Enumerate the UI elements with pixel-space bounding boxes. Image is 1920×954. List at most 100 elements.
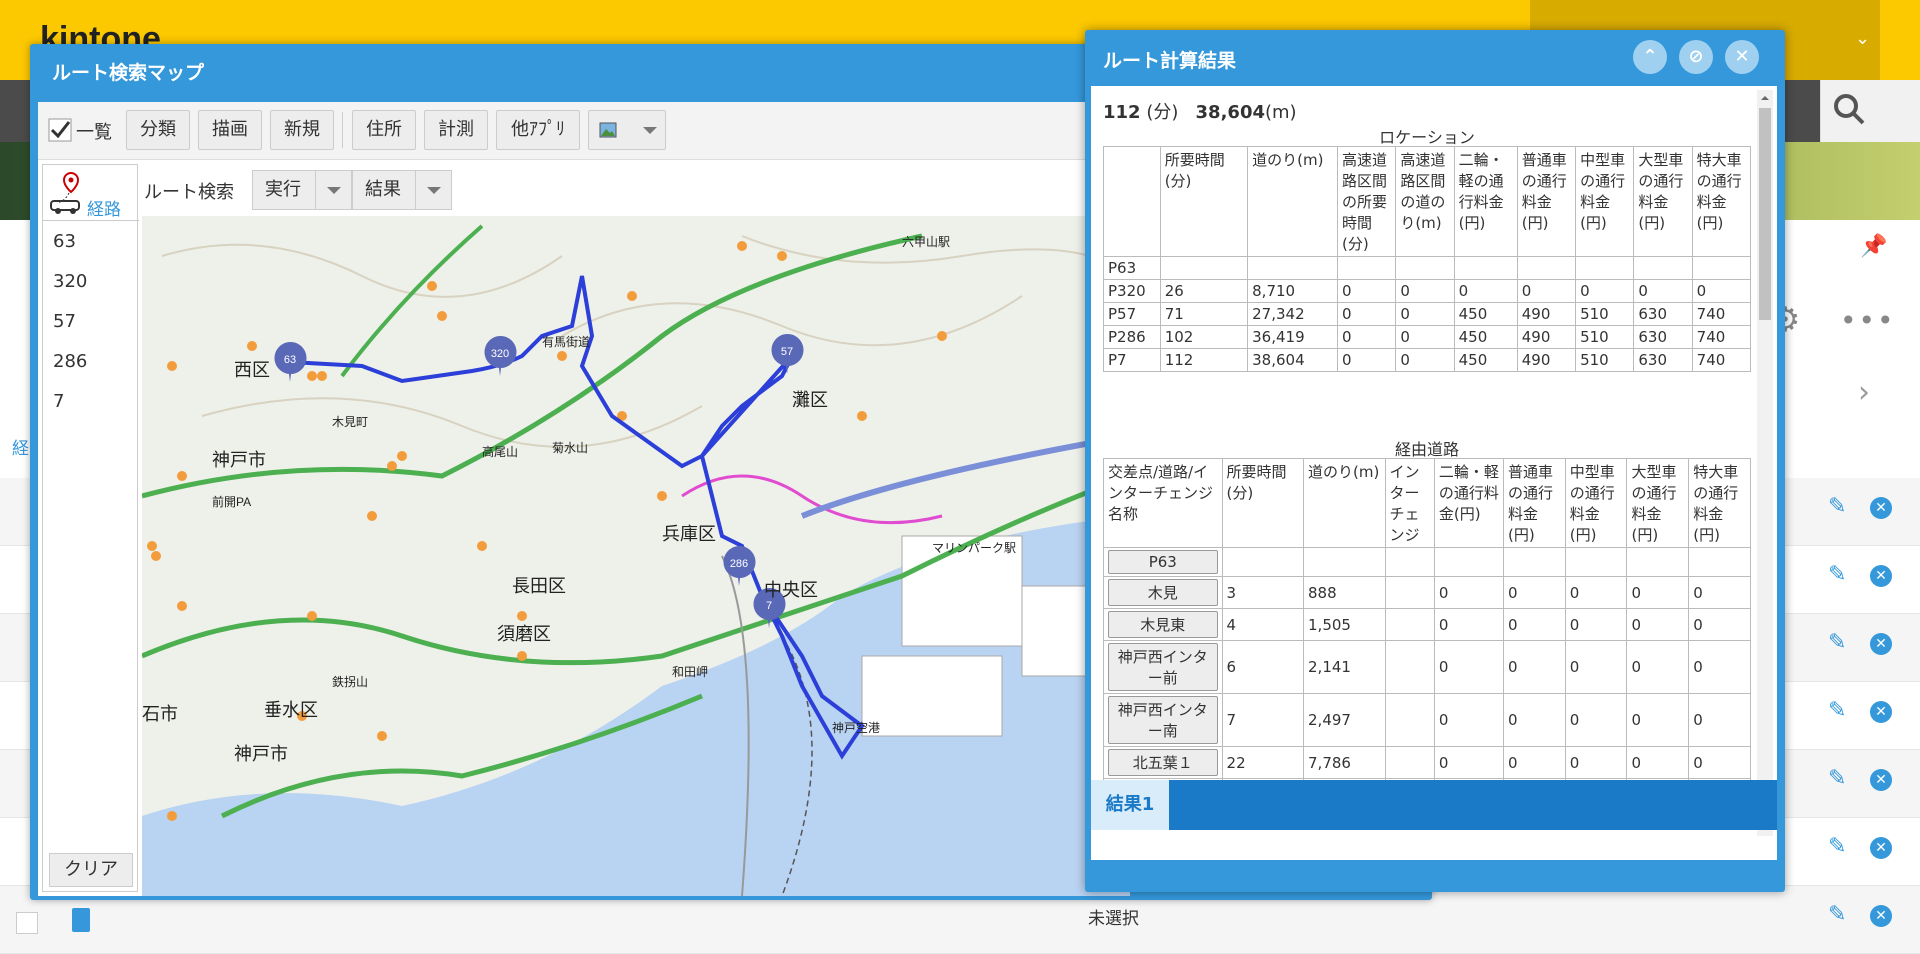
next-page-icon[interactable]: ›	[1858, 375, 1870, 410]
marker-label: 57	[781, 346, 793, 358]
map-canvas[interactable]: 63 320 57 286 7 西区 神戸市 長田区 兵庫区 須磨区 垂水区 灘…	[142, 216, 1130, 896]
location-row: P57 71 27,342 0 0 450 490 510 630 740	[1103, 302, 1752, 326]
via-name-cell: 木見東	[1103, 608, 1223, 641]
via-point-button[interactable]: 神戸西インター前	[1108, 643, 1218, 691]
document-icon[interactable]	[72, 908, 90, 932]
other-apps-button[interactable]: 他ｱﾌﾟﾘ	[496, 110, 580, 150]
clear-button[interactable]: クリア	[49, 853, 133, 887]
edit-icon[interactable]: ✎	[1828, 494, 1852, 519]
via-cell: 0	[1564, 640, 1628, 694]
location-cell: 36,419	[1247, 325, 1339, 349]
delete-icon[interactable]: ✕	[1870, 905, 1892, 927]
location-cell: 0	[1395, 348, 1455, 372]
via-cell	[1384, 547, 1435, 577]
via-cell: 3	[1221, 576, 1305, 609]
route-marker-63[interactable]: 63	[274, 342, 307, 382]
via-point-button[interactable]: P63	[1108, 550, 1218, 574]
tab-result-1[interactable]: 結果1	[1091, 780, 1169, 830]
place-label: 兵庫区	[662, 524, 716, 544]
scrollbar-thumb[interactable]	[1759, 108, 1771, 320]
edit-icon[interactable]: ✎	[1828, 698, 1852, 723]
location-cell	[1453, 256, 1518, 280]
chevron-down-icon[interactable]	[415, 171, 451, 209]
chevron-down-icon[interactable]	[315, 171, 351, 209]
location-cell: 0	[1453, 279, 1518, 303]
via-row: 木見 3 888 0 0 0 0 0	[1103, 576, 1751, 609]
route-item[interactable]: 7	[53, 391, 64, 412]
category-button[interactable]: 分類	[126, 110, 190, 150]
summary-distance-unit: (m)	[1265, 102, 1297, 123]
delete-icon[interactable]: ✕	[1870, 497, 1892, 519]
edit-icon[interactable]: ✎	[1828, 630, 1852, 655]
edit-icon[interactable]: ✎	[1828, 902, 1852, 927]
vertical-scrollbar[interactable]	[1757, 90, 1773, 836]
chevron-down-icon	[643, 127, 657, 141]
route-marker-57[interactable]: 57	[771, 334, 804, 374]
via-point-button[interactable]: 木見東	[1108, 611, 1218, 638]
via-point-button[interactable]: 木見	[1108, 579, 1218, 606]
edit-icon[interactable]: ✎	[1828, 766, 1852, 791]
via-name-cell: 北五葉１	[1103, 746, 1223, 779]
location-cell: 0	[1691, 279, 1752, 303]
measure-button[interactable]: 計測	[424, 110, 488, 150]
via-cell: 0	[1688, 576, 1751, 609]
location-cell: 510	[1575, 302, 1635, 326]
result-dropdown[interactable]: 結果	[352, 170, 452, 210]
location-column-header: 所要時間(分)	[1159, 146, 1249, 257]
tab-route[interactable]: 経路	[43, 165, 139, 221]
route-search-bar: ルート検索 実行 結果	[138, 168, 1130, 214]
address-button[interactable]: 住所	[352, 110, 416, 150]
delete-icon[interactable]: ✕	[1870, 769, 1892, 791]
via-row: 神戸西インター南 7 2,497 0 0 0 0 0	[1103, 693, 1751, 747]
pin-icon[interactable]: 📌	[1860, 234, 1887, 259]
place-label: 木見町	[332, 415, 368, 429]
route-marker-320[interactable]: 320	[484, 336, 517, 376]
new-button[interactable]: 新規	[270, 110, 334, 150]
delete-icon[interactable]: ✕	[1870, 701, 1892, 723]
via-road-table: 交差点/道路/インターチェンジ名称 所要時間(分) 道のり(m) インターチェンジ 二輪…	[1103, 458, 1751, 808]
location-cell: 510	[1575, 348, 1635, 372]
route-result-window[interactable]: ルート計算結果 ⌃ ⊘ ✕ 112 (分) 38,604(m) ロケーション 所…	[1085, 30, 1785, 892]
expressway	[340, 224, 484, 378]
place-label: 和田岬	[672, 665, 708, 679]
edit-icon[interactable]: ✎	[1828, 562, 1852, 587]
location-cell: 0	[1575, 279, 1635, 303]
execute-dropdown[interactable]: 実行	[252, 170, 352, 210]
location-cell	[1575, 256, 1635, 280]
scroll-up-icon[interactable]	[1761, 92, 1769, 100]
minimize-icon[interactable]: ⊘	[1679, 40, 1713, 74]
via-cell: 888	[1303, 576, 1386, 609]
via-cell: 0	[1626, 576, 1690, 609]
chevron-down-icon[interactable]: ⌄	[1855, 28, 1870, 49]
route-item[interactable]: 286	[53, 351, 87, 372]
via-point-button[interactable]: 神戸西インター南	[1108, 696, 1218, 744]
collapse-icon[interactable]: ⌃	[1633, 40, 1667, 74]
map-graphic[interactable]: 63 320 57 286 7 西区 神戸市 長田区 兵庫区 須磨区 垂水区 灘…	[142, 216, 1130, 896]
route-item[interactable]: 63	[53, 231, 76, 252]
more-options-icon[interactable]: •••	[1840, 304, 1896, 337]
location-cell: 740	[1691, 325, 1752, 349]
list-checkbox[interactable]	[48, 118, 72, 142]
delete-icon[interactable]: ✕	[1870, 633, 1892, 655]
layer-dropdown[interactable]	[588, 110, 666, 150]
result-scroll-area[interactable]: 112 (分) 38,604(m) ロケーション 所要時間(分) 道のり(m) 高速…	[1097, 92, 1757, 832]
place-label: 西区	[234, 360, 270, 380]
route-item[interactable]: 320	[53, 271, 87, 292]
location-cell: 0	[1395, 325, 1455, 349]
search-icon[interactable]	[1832, 92, 1866, 126]
delete-icon[interactable]: ✕	[1870, 565, 1892, 587]
edit-icon[interactable]: ✎	[1828, 834, 1852, 859]
route-item[interactable]: 57	[53, 311, 76, 332]
via-point-button[interactable]: 北五葉１	[1108, 749, 1218, 776]
route-summary: 112 (分) 38,604(m)	[1103, 98, 1297, 124]
close-icon[interactable]: ✕	[1725, 40, 1759, 74]
location-column-header: 高速道路区間の所要時間(分)	[1337, 146, 1397, 257]
row-checkbox[interactable]	[16, 912, 38, 934]
draw-button[interactable]: 描画	[198, 110, 262, 150]
marker-label: 286	[730, 558, 748, 570]
via-cell: 0	[1688, 746, 1751, 779]
place-label: 神戸市	[212, 450, 266, 470]
delete-icon[interactable]: ✕	[1870, 837, 1892, 859]
place-label: 神戸空港	[832, 721, 880, 735]
route-marker-286[interactable]: 286	[723, 546, 756, 586]
